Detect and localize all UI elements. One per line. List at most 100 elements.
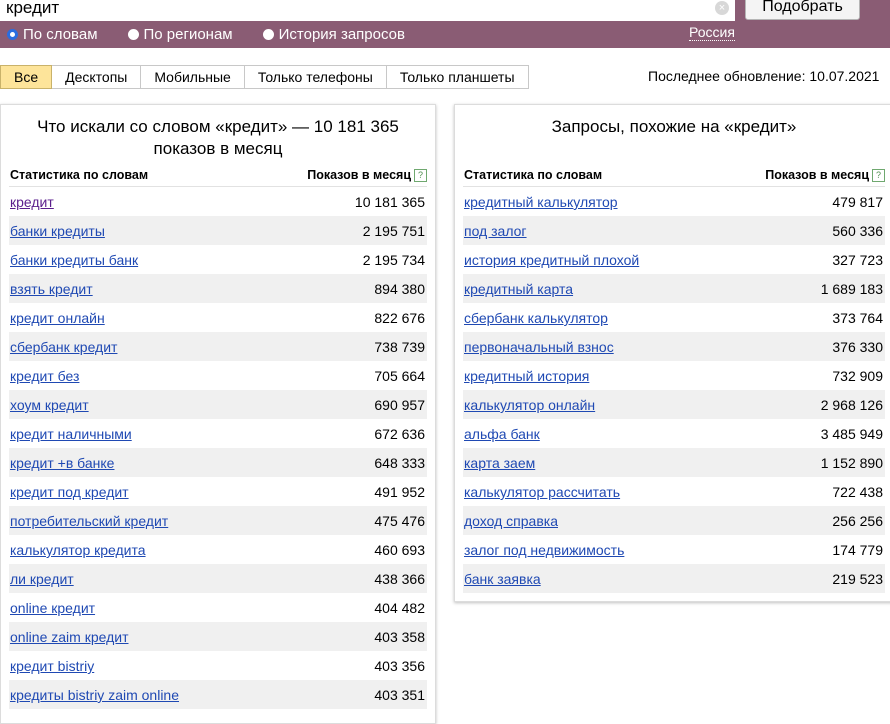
table-row: доход справка 256 256 xyxy=(463,506,885,535)
impressions-count: 732 909 xyxy=(832,368,883,384)
keyword-link[interactable]: карта заем xyxy=(464,455,535,471)
impressions-count: 560 336 xyxy=(832,223,883,239)
impressions-count: 2 968 126 xyxy=(820,397,883,413)
radio-label: По словам xyxy=(23,25,98,43)
keyword-link[interactable]: залог под недвижимость xyxy=(464,542,624,558)
region-link[interactable]: Россия xyxy=(689,24,735,41)
keyword-link[interactable]: кредиты bistriy zaim online xyxy=(10,687,179,703)
impressions-count: 479 817 xyxy=(832,194,883,210)
col-header-keyword: Статистика по словам xyxy=(10,168,149,182)
table-row: ли кредит 438 366 xyxy=(9,564,427,593)
keyword-link[interactable]: кредит bistriy xyxy=(10,658,94,674)
impressions-count: 690 957 xyxy=(374,397,425,413)
submit-button[interactable]: Подобрать xyxy=(745,0,860,20)
keyword-link[interactable]: банки кредиты банк xyxy=(10,252,138,268)
table-row: калькулятор кредита 460 693 xyxy=(9,535,427,564)
keyword-link[interactable]: хоум кредит xyxy=(10,397,89,413)
panel-title: Запросы, похожие на «кредит» xyxy=(455,105,890,138)
keyword-link[interactable]: кредитный калькулятор xyxy=(464,194,618,210)
keyword-link[interactable]: ли кредит xyxy=(10,571,74,587)
impressions-count: 705 664 xyxy=(374,368,425,384)
keyword-link[interactable]: первоначальный взнос xyxy=(464,339,614,355)
keyword-link[interactable]: банки кредиты xyxy=(10,223,105,239)
keyword-table-body: кредит 10 181 365 банки кредиты 2 195 751 ба… xyxy=(9,187,427,709)
help-icon[interactable]: ? xyxy=(414,169,427,182)
table-row: кредит без 705 664 xyxy=(9,361,427,390)
keyword-link[interactable]: калькулятор онлайн xyxy=(464,397,595,413)
table-row: кредит +в банке 648 333 xyxy=(9,448,427,477)
table-row: кредитный карта 1 689 183 xyxy=(463,274,885,303)
impressions-count: 894 380 xyxy=(374,281,425,297)
keyword-link[interactable]: online кредит xyxy=(10,600,95,616)
impressions-count: 1 689 183 xyxy=(820,281,883,297)
keyword-link[interactable]: калькулятор рассчитать xyxy=(464,484,620,500)
keyword-link[interactable]: сбербанк калькулятор xyxy=(464,310,608,326)
keyword-link[interactable]: кредит онлайн xyxy=(10,310,105,326)
impressions-count: 219 523 xyxy=(832,571,883,587)
tab-phones-only[interactable]: Только телефоны xyxy=(244,65,387,89)
table-row: кредит bistriy 403 356 xyxy=(9,651,427,680)
col-header-count: Показов в месяц? xyxy=(765,168,885,182)
table-row: online zaim кредит 403 358 xyxy=(9,622,427,651)
keyword-link[interactable]: кредит xyxy=(10,194,54,210)
keyword-stats-panel: Что искали со словом «кредит» — 10 181 3… xyxy=(0,104,436,724)
col-header-count: Показов в месяц? xyxy=(307,168,427,182)
keyword-link[interactable]: online zaim кредит xyxy=(10,629,129,645)
keyword-link[interactable]: доход справка xyxy=(464,513,558,529)
table-row: кредит под кредит 491 952 xyxy=(9,477,427,506)
keyword-link[interactable]: калькулятор кредита xyxy=(10,542,146,558)
radio-query-history[interactable]: История запросов xyxy=(262,26,405,43)
keyword-link[interactable]: кредит наличными xyxy=(10,426,132,442)
keyword-link[interactable]: взять кредит xyxy=(10,281,93,297)
similar-queries-panel: Запросы, похожие на «кредит» Статистика … xyxy=(454,104,890,602)
keyword-link[interactable]: сбербанк кредит xyxy=(10,339,117,355)
table-header: Статистика по словам Показов в месяц? xyxy=(9,166,427,187)
impressions-count: 327 723 xyxy=(832,252,883,268)
keyword-link[interactable]: кредит +в банке xyxy=(10,455,114,471)
panel-title-line: показов в месяц xyxy=(153,139,283,158)
impressions-count: 491 952 xyxy=(374,484,425,500)
keyword-link[interactable]: кредитный карта xyxy=(464,281,573,297)
impressions-count: 738 739 xyxy=(374,339,425,355)
impressions-count: 438 366 xyxy=(374,571,425,587)
col-header-count-label: Показов в месяц xyxy=(307,168,411,182)
tab-desktops[interactable]: Десктопы xyxy=(52,65,142,89)
keyword-link[interactable]: альфа банк xyxy=(464,426,540,442)
similar-table-body: кредитный калькулятор 479 817 под залог 560… xyxy=(463,187,885,593)
col-header-keyword: Статистика по словам xyxy=(464,168,603,182)
impressions-count: 403 358 xyxy=(374,629,425,645)
table-row: сбербанк кредит 738 739 xyxy=(9,332,427,361)
impressions-count: 672 636 xyxy=(374,426,425,442)
impressions-count: 256 256 xyxy=(832,513,883,529)
table-header: Статистика по словам Показов в месяц? xyxy=(463,166,885,187)
keyword-link[interactable]: кредит под кредит xyxy=(10,484,129,500)
keyword-link[interactable]: кредитный история xyxy=(464,368,589,384)
search-input[interactable] xyxy=(0,0,735,21)
radio-checked-icon xyxy=(7,28,18,40)
impressions-count: 648 333 xyxy=(374,455,425,471)
table-row: хоум кредит 690 957 xyxy=(9,390,427,419)
keyword-link[interactable]: история кредитный плохой xyxy=(464,252,639,268)
tab-mobile[interactable]: Мобильные xyxy=(141,65,245,89)
keyword-link[interactable]: банк заявка xyxy=(464,571,541,587)
panel-title: Что искали со словом «кредит» — 10 181 3… xyxy=(1,105,435,160)
tab-all[interactable]: Все xyxy=(0,65,53,89)
impressions-count: 403 351 xyxy=(374,687,425,703)
table-row: кредит онлайн 822 676 xyxy=(9,303,427,332)
table-row: кредитный калькулятор 479 817 xyxy=(463,187,885,216)
impressions-count: 3 485 949 xyxy=(820,426,883,442)
mode-radio-group: По словам По регионам История запросов xyxy=(7,25,435,43)
keyword-link[interactable]: под залог xyxy=(464,223,527,239)
radio-by-words[interactable]: По словам xyxy=(7,26,98,43)
tab-tablets-only[interactable]: Только планшеты xyxy=(386,65,529,89)
clear-icon[interactable]: × xyxy=(715,1,729,15)
radio-by-regions[interactable]: По регионам xyxy=(127,26,233,43)
impressions-count: 403 356 xyxy=(374,658,425,674)
impressions-count: 722 438 xyxy=(832,484,883,500)
impressions-count: 174 779 xyxy=(832,542,883,558)
table-row: банк заявка 219 523 xyxy=(463,564,885,593)
table-row: банки кредиты банк 2 195 734 xyxy=(9,245,427,274)
keyword-link[interactable]: потребительский кредит xyxy=(10,513,168,529)
help-icon[interactable]: ? xyxy=(872,169,885,182)
keyword-link[interactable]: кредит без xyxy=(10,368,79,384)
